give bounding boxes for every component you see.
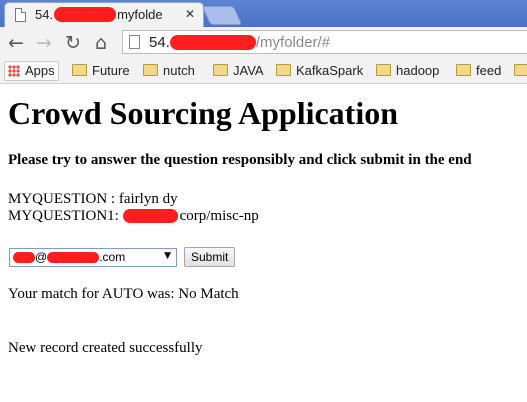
folder-icon	[72, 64, 87, 76]
reload-icon[interactable]: ↻	[65, 30, 81, 56]
bookmark-hadoop[interactable]: hadoop	[376, 62, 439, 80]
url-text[interactable]: 54./myfolder/#	[149, 34, 330, 51]
redaction-mark	[54, 7, 117, 22]
record-status-text: New record created successfully	[8, 340, 203, 356]
folder-icon	[213, 64, 228, 76]
instructions-text: Please try to answer the question respon…	[8, 152, 472, 168]
back-arrow-icon[interactable]: ←	[8, 30, 24, 56]
redaction-mark	[122, 209, 178, 223]
folder-icon	[143, 64, 158, 76]
page-favicon-icon	[15, 8, 26, 22]
bookmark-nutch[interactable]: nutch	[143, 62, 195, 80]
folder-icon	[456, 64, 471, 76]
bookmarks-bar: Apps Future nutch JAVA KafkaSpark hadoop…	[0, 59, 527, 84]
bookmark-future[interactable]: Future	[72, 62, 130, 80]
question1-line: MYQUESTION1: corp/misc-np	[8, 208, 259, 224]
match-result-text: Your match for AUTO was: No Match	[8, 286, 239, 302]
new-tab-button[interactable]	[201, 6, 243, 25]
bookmark-java[interactable]: JAVA	[213, 62, 264, 80]
question-line: MYQUESTION : fairlyn dy	[8, 191, 178, 207]
folder-icon	[376, 64, 391, 76]
apps-grid-icon	[8, 65, 20, 77]
tab-strip: 54. myfolde ✕	[0, 0, 527, 27]
chevron-down-icon: ▼	[164, 251, 171, 261]
toolbar: ← → ↻ ⌂ 54./myfolder/#	[0, 27, 527, 60]
folder-icon	[276, 64, 291, 76]
question-value: fairlyn dy	[118, 191, 178, 207]
home-icon[interactable]: ⌂	[95, 30, 107, 56]
close-icon[interactable]: ✕	[185, 7, 195, 21]
folder-icon	[514, 64, 527, 76]
submit-button[interactable]: Submit	[184, 247, 236, 267]
forward-arrow-icon[interactable]: →	[36, 30, 52, 56]
page-icon	[129, 35, 140, 49]
bookmark-apps[interactable]: Apps	[4, 61, 59, 81]
bookmark-overflow[interactable]	[514, 62, 527, 80]
redaction-mark	[47, 252, 100, 263]
redaction-mark	[13, 252, 35, 263]
address-bar[interactable]: 54./myfolder/#	[122, 30, 527, 54]
email-select[interactable]: @ .com ▼	[9, 248, 177, 267]
bookmark-feed[interactable]: feed	[456, 62, 501, 80]
page-title: Crowd Sourcing Application	[8, 95, 399, 131]
bookmark-kafkaspark[interactable]: KafkaSpark	[276, 62, 363, 80]
redaction-mark	[169, 35, 256, 50]
tab-active[interactable]: 54. myfolde ✕	[4, 2, 204, 27]
question1-value: corp/misc-np	[179, 208, 259, 224]
tab-title: 54. myfolde	[35, 7, 163, 22]
